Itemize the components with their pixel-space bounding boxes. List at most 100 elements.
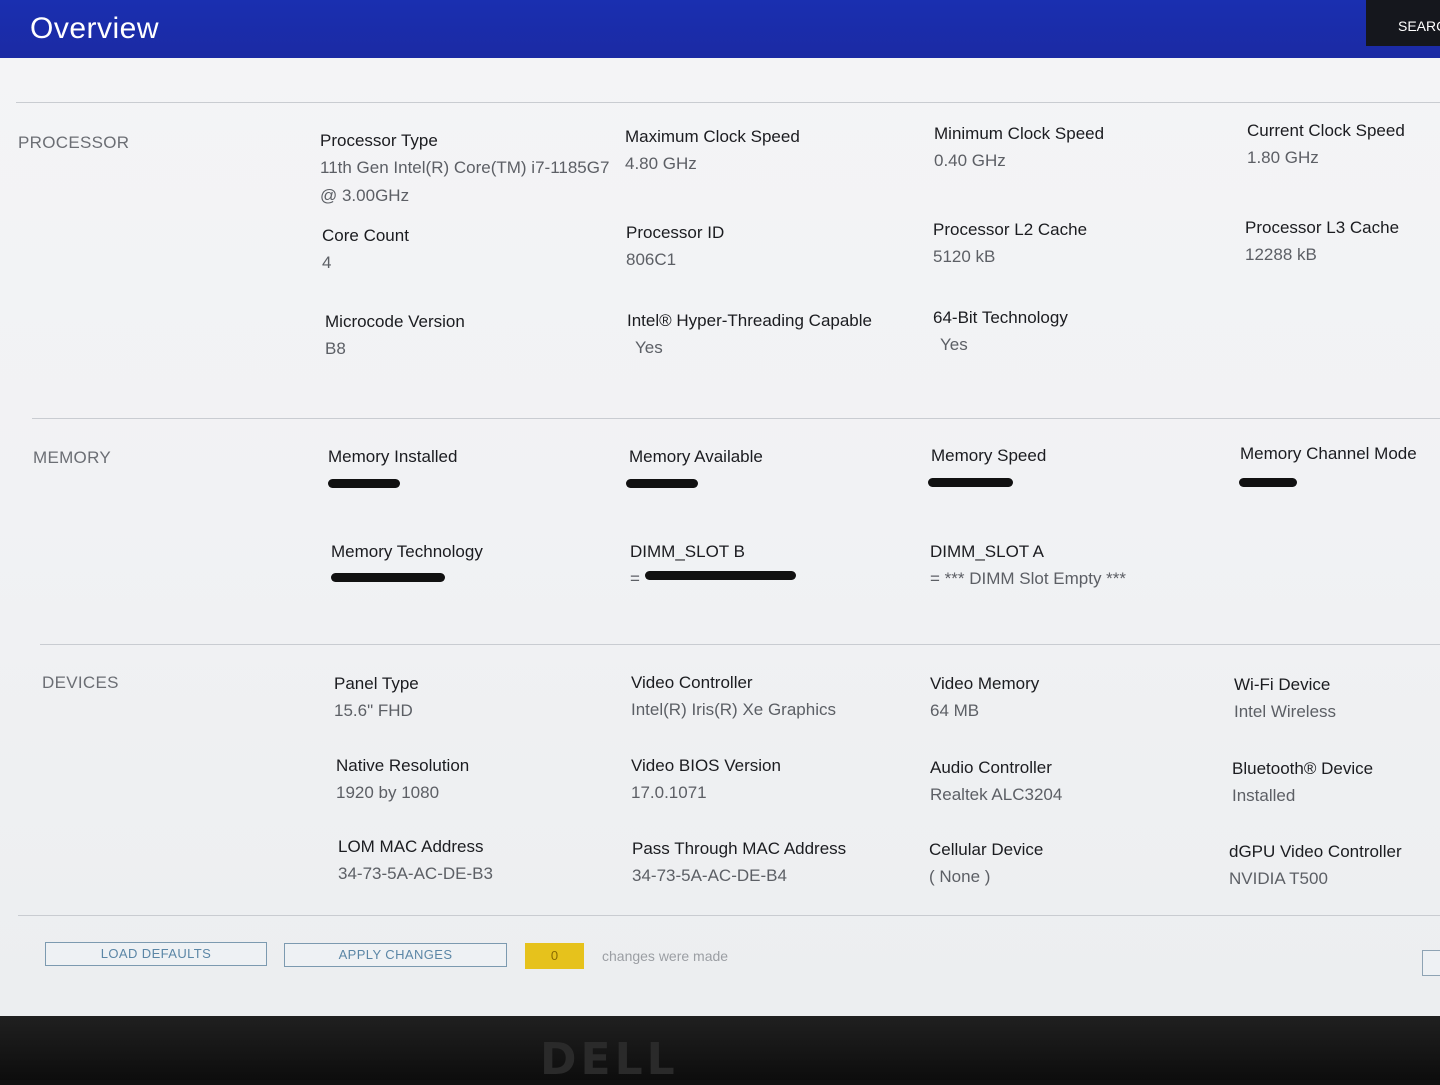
field-video-memory: Video Memory 64 MB [930,673,1220,725]
monitor-bezel [0,1016,1440,1080]
field-label: Microcode Version [325,312,465,331]
field-value: 4 [322,253,332,272]
field-value: Intel Wireless [1234,702,1337,721]
field-label: Processor ID [626,223,725,242]
field-label: Memory Installed [328,447,458,466]
field-memory-available: Memory Available [629,446,919,468]
field-label: Memory Channel Mode [1240,444,1417,463]
redaction-mark [645,571,796,580]
field-label: Processor L2 Cache [933,220,1088,239]
field-dimm-slot-b: DIMM_SLOT B = [630,541,920,593]
field-cellular-device: Cellular Device ( None ) [929,839,1219,891]
field-label: Audio Controller [930,758,1052,777]
divider [16,102,1440,103]
field-video-bios: Video BIOS Version 17.0.1071 [631,755,921,807]
field-value: 4.80 GHz [625,154,697,173]
field-label: DIMM_SLOT A [930,542,1044,561]
field-value: 17.0.1071 [631,783,707,802]
field-label: Bluetooth® Device [1232,759,1374,778]
field-label: Video Memory [930,674,1040,693]
field-processor-type: Processor Type 11th Gen Intel(R) Core(TM… [320,130,610,210]
field-label: Native Resolution [336,756,470,775]
field-value: ( None ) [929,867,991,886]
field-label: 64-Bit Technology [933,308,1068,327]
field-label: DIMM_SLOT B [630,542,745,561]
field-memory-technology: Memory Technology [331,541,621,563]
field-value: 34-73-5A-AC-DE-B4 [632,866,787,885]
field-value: Intel(R) Iris(R) Xe Graphics [631,700,836,719]
field-label: LOM MAC Address [338,837,484,856]
field-label: Processor Type [320,131,438,150]
field-label: Minimum Clock Speed [934,124,1105,143]
field-label: Video Controller [631,673,753,692]
field-label: Video BIOS Version [631,756,781,775]
field-panel-type: Panel Type 15.6" FHD [334,673,624,725]
bios-overview-screen: Overview SEARCH PROCESSOR Processor Type… [0,0,1440,1016]
field-value: Yes [635,338,663,357]
page-title: Overview [30,12,160,45]
field-value: 1.80 GHz [1247,148,1319,167]
field-value: 806C1 [626,250,677,269]
redaction-mark [1239,478,1297,487]
apply-changes-button[interactable]: APPLY CHANGES [284,943,507,967]
field-label: Memory Available [629,447,763,466]
field-64bit: 64-Bit Technology Yes [933,307,1223,359]
field-processor-id: Processor ID 806C1 [626,222,916,274]
field-value: 12288 kB [1245,245,1317,264]
field-bluetooth-device: Bluetooth® Device Installed [1232,758,1436,810]
field-dimm-slot-a: DIMM_SLOT A = *** DIMM Slot Empty *** [930,541,1220,593]
changes-status-text: changes were made [602,948,729,964]
search-button[interactable]: SEARCH [1366,0,1440,46]
field-audio-controller: Audio Controller Realtek ALC3204 [930,757,1220,809]
field-min-clock: Minimum Clock Speed 0.40 GHz [934,123,1224,175]
field-memory-installed: Memory Installed [328,446,618,468]
field-video-controller: Video Controller Intel(R) Iris(R) Xe Gra… [631,672,921,724]
redaction-mark [331,573,445,582]
field-lom-mac: LOM MAC Address 34-73-5A-AC-DE-B3 [338,836,628,888]
section-label-memory: MEMORY [33,448,111,467]
footer-bar: LOAD DEFAULTS APPLY CHANGES 0 changes we… [0,930,1440,990]
field-value: B8 [325,339,346,358]
field-value: 5120 kB [933,247,996,266]
field-label: Memory Speed [931,446,1047,465]
field-label: Wi-Fi Device [1234,675,1331,694]
field-label: Memory Technology [331,542,483,561]
field-value: 0.40 GHz [934,151,1006,170]
divider [18,915,1440,916]
field-label: Maximum Clock Speed [625,127,800,146]
load-defaults-button[interactable]: LOAD DEFAULTS [45,942,267,966]
dell-logo: DELL [540,1034,679,1085]
field-value: 1920 by 1080 [336,783,440,802]
section-label-devices: DEVICES [42,673,119,692]
field-value: Installed [1232,786,1296,805]
field-value: 11th Gen Intel(R) Core(TM) i7-1185G7 @ 3… [320,158,610,205]
field-label: Core Count [322,226,409,245]
field-value: Yes [940,335,968,354]
field-native-resolution: Native Resolution 1920 by 1080 [336,755,626,807]
field-label: Processor L3 Cache [1245,218,1400,237]
field-label: Cellular Device [929,840,1044,859]
exit-button[interactable] [1422,950,1440,976]
field-passthrough-mac: Pass Through MAC Address 34-73-5A-AC-DE-… [632,838,922,890]
field-current-clock: Current Clock Speed 1.80 GHz [1247,120,1437,172]
section-label-processor: PROCESSOR [18,133,130,152]
field-value: Realtek ALC3204 [930,785,1063,804]
field-microcode: Microcode Version B8 [325,311,615,363]
field-value: 34-73-5A-AC-DE-B3 [338,864,493,883]
field-value: = *** DIMM Slot Empty *** [930,569,1127,588]
redaction-mark [928,478,1013,487]
field-memory-channel-mode: Memory Channel Mode [1240,443,1436,465]
divider [40,644,1440,645]
change-count-badge: 0 [525,943,584,969]
redaction-mark [328,479,400,488]
field-max-clock: Maximum Clock Speed 4.80 GHz [625,126,915,178]
redaction-mark [626,479,698,488]
field-dgpu: dGPU Video Controller NVIDIA T500 [1229,841,1437,893]
field-label: Current Clock Speed [1247,121,1405,140]
field-core-count: Core Count 4 [322,225,612,277]
field-label: dGPU Video Controller [1229,842,1402,861]
divider [32,418,1440,419]
field-l3-cache: Processor L3 Cache 12288 kB [1245,217,1437,269]
field-wifi-device: Wi-Fi Device Intel Wireless [1234,674,1434,726]
field-label: Pass Through MAC Address [632,839,847,858]
